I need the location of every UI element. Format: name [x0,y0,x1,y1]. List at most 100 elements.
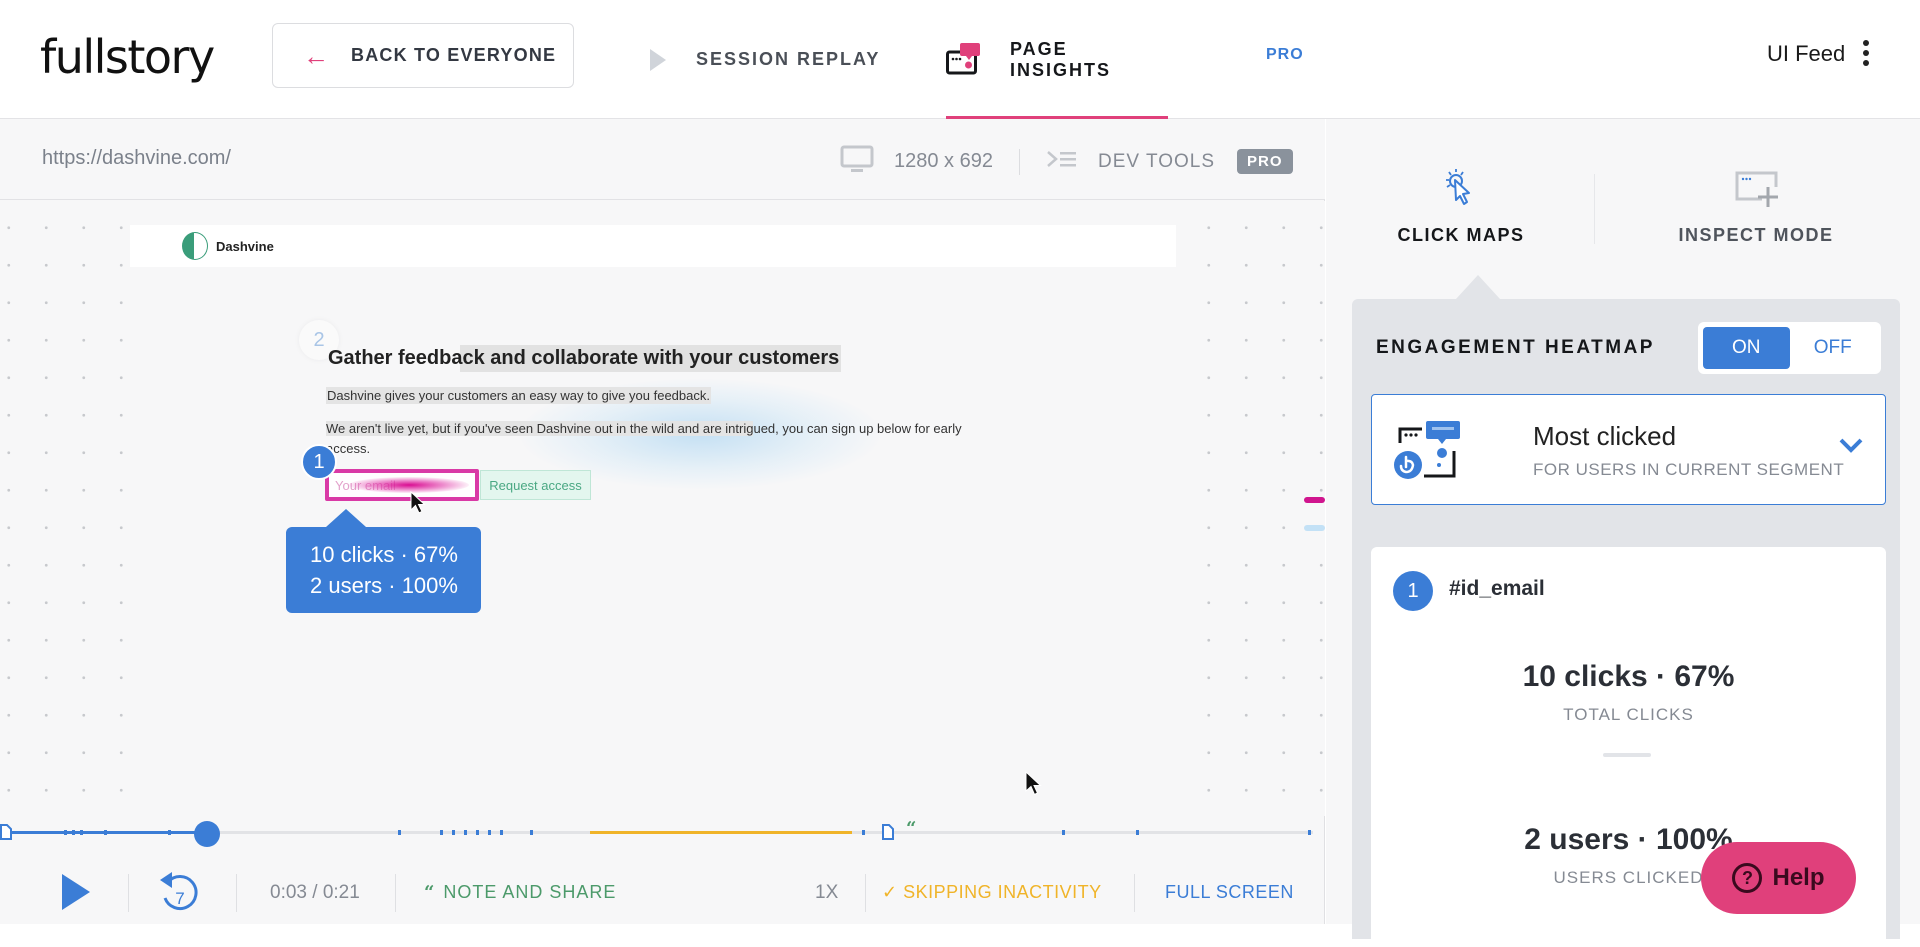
playback-time: 0:03 / 0:21 [270,882,360,903]
check-icon: ✓ [882,882,904,902]
timeline-inactivity [590,831,852,834]
monitor-icon [840,145,874,178]
inspect-icon [1735,171,1778,207]
replay-canvas[interactable]: Dashvine 2 Gather feedback and collabora… [0,201,1325,816]
total-clicks-value: 10 clicks · 67% [1522,660,1735,693]
click-heat-blob [349,477,469,493]
timeline-event-tick[interactable] [398,830,401,835]
arrow-left-icon: ← [303,40,329,71]
quote-icon: “ [424,882,436,903]
tab-session-replay[interactable]: SESSION REPLAY [650,0,880,119]
hero-paragraph-2: We aren't live yet, but if you've seen D… [326,419,986,459]
click-marker-1[interactable]: 1 [301,444,337,480]
timeline-scrubber[interactable] [194,821,220,847]
email-input[interactable]: Your email [325,469,479,501]
divider [1594,174,1595,244]
rewind-button[interactable]: 7 [156,868,204,916]
pro-link[interactable]: PRO [1266,46,1304,64]
select-subtitle: FOR USERS IN CURRENT SEGMENT [1533,460,1845,479]
url-bar: https://dashvine.com/ 1280 x 692 DEV TOO… [0,119,1325,200]
chevron-down-icon [1839,438,1863,453]
timeline-event-tick[interactable] [488,830,491,835]
session-player: https://dashvine.com/ 1280 x 692 DEV TOO… [0,119,1325,924]
heatmap-metric-select[interactable]: Most clicked FOR USERS IN CURRENT SEGMEN… [1371,394,1886,505]
help-button[interactable]: ? Help [1701,842,1856,914]
timeline-event-tick[interactable] [168,830,171,835]
more-options-icon[interactable] [1860,40,1872,70]
divider [1018,148,1020,175]
divider [1134,874,1135,912]
divider [395,874,396,912]
page-event-icon[interactable] [0,824,12,840]
fullstory-logo[interactable]: fullstory [40,30,215,84]
note-and-share-button[interactable]: “ NOTE AND SHARE [424,882,616,903]
timeline-event-tick[interactable] [862,830,865,835]
scroll-marker-hot [1304,497,1325,503]
request-access-button[interactable]: Request access [480,470,591,500]
toggle-off[interactable]: OFF [1790,327,1877,369]
skip-inactivity-toggle[interactable]: ✓ SKIPPING INACTIVITY [882,882,1102,903]
dev-tools-label: DEV TOOLS [1097,150,1216,172]
timeline-event-tick[interactable] [452,830,455,835]
timeline-event-tick[interactable] [80,830,83,835]
back-button-label: BACK TO EVERYONE [351,45,557,65]
select-title: Most clicked [1533,421,1677,451]
skip-label: SKIPPING INACTIVITY [903,882,1102,902]
dev-tools-button[interactable]: DEV TOOLS PRO [1046,149,1293,174]
player-controls: 7 0:03 / 0:21 “ NOTE AND SHARE 1X ✓ SKIPP… [0,862,1325,924]
divider [236,874,237,912]
heatmap-title: ENGAGEMENT HEATMAP [1376,337,1655,358]
speed-button[interactable]: 1X [815,882,838,904]
tab-page-insights[interactable]: PAGE INSIGHTS [946,0,1168,119]
click-pointer-icon [1446,169,1470,205]
most-clicked-icon [1394,421,1460,479]
site-name: Dashvine [216,238,274,254]
timeline-played [12,831,207,834]
site-header: Dashvine [130,225,1176,267]
replayed-page [130,201,1176,816]
pro-badge: PRO [1237,149,1293,174]
tab-click-maps[interactable]: CLICK MAPS [1326,119,1596,299]
back-to-everyone-button[interactable]: ← BACK TO EVERYONE [272,23,574,88]
play-button[interactable] [62,874,90,910]
tooltip-users: 2 users · 100% [310,573,458,598]
tab-label: CLICK MAPS [1397,225,1525,245]
viewport-info: 1280 x 692 DEV TOOLS PRO [840,145,1293,178]
user-name[interactable]: UI Feed [1767,41,1845,67]
timeline-event-tick[interactable] [64,830,67,835]
note-event-icon[interactable]: “ [906,818,916,839]
toggle-on[interactable]: ON [1703,327,1790,369]
timeline-event-tick[interactable] [72,830,75,835]
scroll-marker-cool [1304,525,1325,531]
timeline-event-tick[interactable] [500,830,503,835]
tab-inspect-mode[interactable]: INSPECT MODE [1616,119,1896,299]
resolution: 1280 x 692 [894,150,993,172]
timeline-event-tick[interactable] [464,830,467,835]
timeline-event-tick[interactable] [1136,830,1139,835]
timeline-event-tick[interactable] [476,830,479,835]
total-clicks-label: TOTAL CLICKS [1563,705,1694,724]
dev-tools-icon [1046,149,1078,174]
note-share-label: NOTE AND SHARE [443,882,617,902]
page-insights-icon [946,42,980,77]
timeline-event-tick[interactable] [1062,830,1065,835]
timeline-event-tick[interactable] [104,830,107,835]
rewind-icon: 7 [160,872,198,911]
paragraph-highlight: We aren't live yet, but if you've seen D… [326,421,754,436]
timeline-event-tick[interactable] [440,830,443,835]
tab-label: SESSION REPLAY [696,49,881,69]
full-screen-button[interactable]: FULL SCREEN [1165,882,1294,903]
timeline-event-tick[interactable] [1308,830,1311,835]
divider [1603,753,1651,757]
insights-panel: CLICK MAPS INSPECT MODE ENGAGEMENT HEATM… [1326,119,1920,947]
hero-paragraph-1: Dashvine gives your customers an easy wa… [326,387,711,404]
element-selector[interactable]: #id_email [1449,577,1545,601]
click-tooltip: 10 clicks · 67% 2 users · 100% [286,509,481,613]
timeline-event-tick[interactable] [530,830,533,835]
rewind-seconds: 7 [175,889,184,908]
tab-label: INSPECT MODE [1678,225,1834,245]
heatmap-toggle: ON OFF [1698,322,1881,374]
divider [865,874,866,912]
play-icon [650,48,666,71]
page-event-icon[interactable] [882,824,894,840]
